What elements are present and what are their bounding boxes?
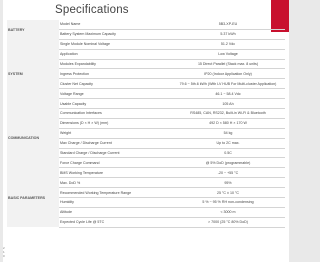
section-label-basic-parameters: BASIC PARAMETERS [7, 167, 59, 228]
spec-label: BMS Working Temperature [59, 167, 171, 179]
spec-value: 5 % ~ 95 % RH non-condensing [171, 197, 285, 208]
spec-label: Modules Expandability [59, 59, 171, 70]
spec-label: Recommended Working Temperature Range [59, 187, 171, 199]
spec-value: 5B3-XP-EU [171, 20, 285, 30]
spec-value: IP20 (Indoor Application Only) [171, 68, 285, 80]
spec-label: Cluster Net Capacity [59, 78, 171, 90]
spec-value: 54 kg [171, 128, 285, 139]
spec-label: Dimensions (D × H × W) (mm) [59, 118, 171, 129]
margin-number: 0 [3, 254, 5, 258]
spec-value: -20 ~ +55 °C [171, 167, 285, 179]
spec-label: Model Name [59, 20, 171, 30]
spec-value: 15 Direct Parallel (Stack max. 8 units) [171, 59, 285, 70]
table-row: BASIC PARAMETERS BMS Working Temperature… [7, 167, 285, 228]
spec-value: @ 5% DoD (programmable) [171, 157, 285, 169]
spec-label: Altitude [59, 207, 171, 218]
spec-label: Ingress Protection [59, 68, 171, 80]
spec-label: Weight [59, 128, 171, 139]
spec-label: Voltage Range [59, 88, 171, 100]
section-label-battery: BATTERY [7, 20, 59, 40]
section-label-system: SYSTEM [7, 39, 59, 109]
page-title: Specifications [55, 4, 129, 16]
spec-value: > 7000 (25 °C 80% DoD) [171, 217, 285, 228]
spec-label: Standard Charge / Discharge Current [59, 148, 171, 159]
spec-value: 492 D × 580 H × 170 W [171, 118, 285, 129]
spec-value: 0.5C [171, 148, 285, 159]
spec-label: Humidity [59, 197, 171, 208]
spec-label: Battery System Maximum Capacity [59, 29, 171, 40]
table-row: COMMUNICATION Communication Interfaces R… [7, 108, 285, 168]
spec-value: 105 Ah [171, 98, 285, 110]
spec-value: 51.2 Vdc [171, 39, 285, 50]
spec-value: 5.37 kWh [171, 29, 285, 40]
spec-value: 46.1 ~ 58.4 Vdc [171, 88, 285, 100]
section-label-communication: COMMUNICATION [7, 108, 59, 168]
spec-value: 95% [171, 177, 285, 189]
spec-label: Max Charge / Discharge Current [59, 138, 171, 149]
spec-value: 79.6 ~ 5th.6 kWh (With LV HUB For Multi-… [171, 78, 285, 90]
spec-label: Application [59, 49, 171, 60]
table-row: SYSTEM Single Module Nominal Voltage 51.… [7, 39, 285, 109]
margin-numbers: 2 1 0 [3, 246, 5, 258]
spec-label: Force Charge Command [59, 157, 171, 169]
spec-label: Communication Interfaces [59, 108, 171, 119]
spec-value: < 3000 m [171, 207, 285, 218]
table-row: BATTERY Model Name 5B3-XP-EU [7, 20, 285, 40]
spec-label: Max. DoD % [59, 177, 171, 189]
spec-value: Up to 2C max. [171, 138, 285, 149]
spec-label: Expected Cycle Life @ 5TC [59, 217, 171, 228]
spec-sheet-page: Specifications BATTERY Model Name 5B3-XP… [3, 0, 289, 262]
spec-value: Low Voltage [171, 49, 285, 60]
spec-value: 25 °C ± 10 °C [171, 187, 285, 199]
spec-value: RS485, CAN, RS232, Built-in Wi-Fi & Blue… [171, 108, 285, 119]
spec-label: Usable Capacity [59, 98, 171, 110]
specifications-table: BATTERY Model Name 5B3-XP-EU Battery Sys… [7, 20, 285, 228]
spec-label: Single Module Nominal Voltage [59, 39, 171, 50]
